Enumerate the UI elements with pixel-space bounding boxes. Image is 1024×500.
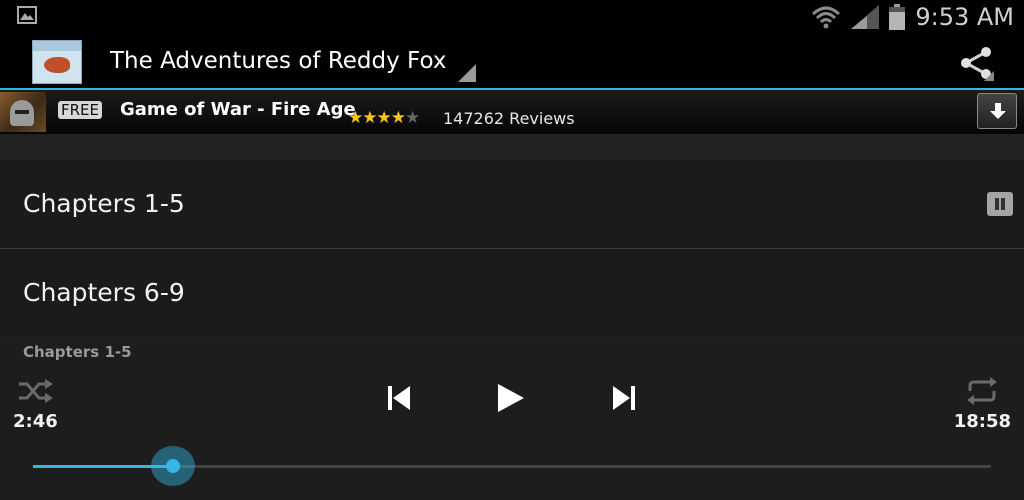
wifi-icon bbox=[812, 6, 841, 29]
download-icon bbox=[990, 103, 1006, 119]
gallery-notification-icon bbox=[17, 6, 37, 24]
now-playing-title: Chapters 1-5 bbox=[23, 343, 132, 361]
star-icon: ★ bbox=[405, 108, 420, 128]
book-title-spinner[interactable]: The Adventures of Reddy Fox bbox=[110, 48, 446, 74]
shuffle-icon[interactable] bbox=[17, 377, 53, 405]
chapter-label: Chapters 6-9 bbox=[23, 278, 185, 307]
free-badge: FREE bbox=[58, 101, 103, 119]
seek-thumb[interactable] bbox=[150, 446, 195, 486]
star-icon: ★ bbox=[348, 108, 363, 128]
book-cover-icon[interactable] bbox=[32, 40, 82, 84]
ad-banner[interactable]: FREE Game of War - Fire Age ★★★★★ 147262… bbox=[0, 90, 1024, 134]
status-time: 9:53 AM bbox=[915, 3, 1014, 31]
elapsed-time: 2:46 bbox=[13, 411, 58, 432]
star-icon: ★ bbox=[376, 108, 392, 128]
player-panel: Chapters 1-5 2:46 18:58 bbox=[0, 337, 1024, 500]
total-duration: 18:58 bbox=[953, 411, 1011, 432]
battery-icon bbox=[889, 4, 906, 30]
star-icon: ★ bbox=[390, 108, 406, 128]
action-bar: The Adventures of Reddy Fox bbox=[0, 34, 1024, 90]
repeat-icon[interactable] bbox=[966, 377, 998, 405]
ad-reviews: 147262 Reviews bbox=[443, 109, 575, 128]
next-icon[interactable] bbox=[611, 385, 637, 411]
share-icon[interactable] bbox=[958, 45, 994, 81]
previous-icon[interactable] bbox=[386, 385, 412, 411]
game-app-icon bbox=[0, 92, 46, 132]
star-icon: ★ bbox=[362, 108, 377, 128]
list-spacer bbox=[0, 134, 1024, 160]
ad-app-name: Game of War - Fire Age bbox=[120, 99, 356, 120]
spinner-triangle-icon bbox=[458, 64, 476, 82]
signal-icon bbox=[851, 5, 880, 29]
seek-bar[interactable] bbox=[33, 446, 991, 486]
chapter-row[interactable]: Chapters 6-9 bbox=[0, 249, 1024, 338]
pause-icon[interactable] bbox=[987, 192, 1013, 216]
status-bar: 9:53 AM bbox=[0, 0, 1024, 34]
rating-stars: ★★★★★ bbox=[348, 108, 420, 128]
play-icon[interactable] bbox=[496, 383, 526, 413]
download-button[interactable] bbox=[977, 93, 1017, 129]
chapter-label: Chapters 1-5 bbox=[23, 189, 185, 218]
chapter-row[interactable]: Chapters 1-5 bbox=[0, 160, 1024, 249]
